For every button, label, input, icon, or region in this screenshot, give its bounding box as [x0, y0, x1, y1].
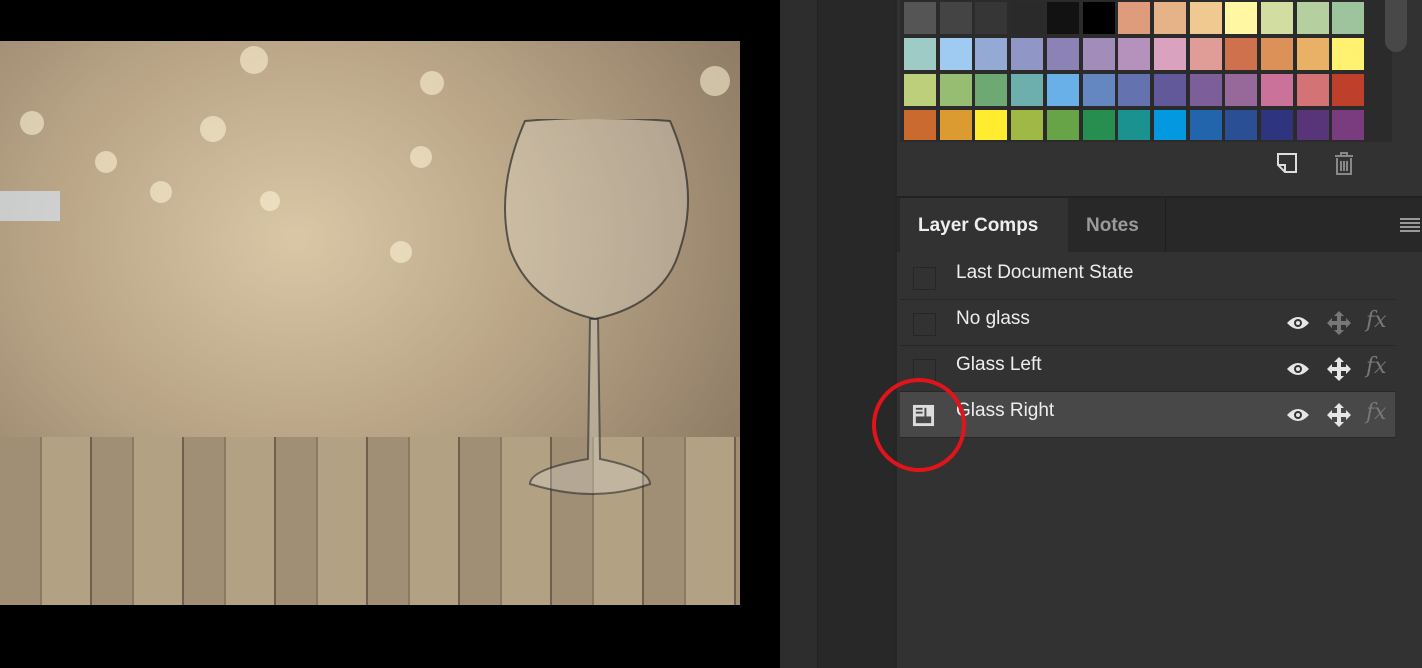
color-swatch[interactable]: [975, 74, 1008, 106]
color-swatch[interactable]: [939, 38, 972, 70]
color-swatch[interactable]: [904, 38, 936, 70]
color-swatch[interactable]: [1296, 38, 1329, 70]
color-swatch[interactable]: [1082, 2, 1115, 34]
position-move-icon[interactable]: [1326, 402, 1352, 434]
color-swatch[interactable]: [1046, 38, 1079, 70]
visibility-eye-icon[interactable]: [1286, 361, 1310, 383]
color-swatch[interactable]: [1046, 74, 1079, 106]
new-swatch-icon[interactable]: [1276, 152, 1298, 174]
color-swatch[interactable]: [939, 74, 972, 106]
layer-comp-name: Last Document State: [956, 262, 1134, 283]
appearance-fx-icon[interactable]: fx: [1366, 354, 1387, 379]
layer-comps-list: Last Document State No glass fx Glass Left f…: [900, 254, 1395, 438]
color-swatch[interactable]: [1153, 38, 1186, 70]
layer-comp-row[interactable]: No glass fx: [900, 300, 1395, 346]
color-swatch[interactable]: [1261, 74, 1293, 106]
color-swatch[interactable]: [1332, 38, 1365, 70]
layer-comp-name: Glass Right: [956, 400, 1055, 421]
color-swatch[interactable]: [1225, 38, 1258, 70]
color-swatch[interactable]: [975, 38, 1008, 70]
color-swatch[interactable]: [1332, 2, 1365, 34]
color-swatch[interactable]: [1118, 110, 1151, 140]
color-swatch[interactable]: [1046, 2, 1079, 34]
document-canvas: [0, 0, 780, 668]
apply-comp-checkbox[interactable]: [913, 267, 936, 290]
right-panel: Layer Comps Notes Last Document State No …: [893, 0, 1422, 668]
color-swatch[interactable]: [1082, 110, 1115, 140]
color-swatch[interactable]: [975, 2, 1008, 34]
apply-comp-checkbox[interactable]: [913, 313, 936, 336]
appearance-fx-icon[interactable]: fx: [1366, 400, 1387, 425]
swatches-scrollbar[interactable]: [1385, 0, 1407, 52]
color-swatch[interactable]: [904, 110, 936, 140]
collapsed-panel-dock: [817, 0, 893, 668]
layer-comp-row[interactable]: Glass Right fx: [900, 392, 1395, 438]
document-image: [0, 41, 740, 605]
color-swatch[interactable]: [1011, 74, 1044, 106]
color-swatch[interactable]: [1261, 2, 1293, 34]
color-swatch[interactable]: [1189, 110, 1222, 140]
layer-comp-name: Glass Left: [956, 354, 1042, 375]
color-swatch[interactable]: [1153, 74, 1186, 106]
position-move-icon[interactable]: [1326, 310, 1352, 342]
color-swatch[interactable]: [1046, 110, 1079, 140]
color-swatch[interactable]: [1189, 74, 1222, 106]
color-swatch[interactable]: [1225, 2, 1258, 34]
color-swatch[interactable]: [1189, 2, 1222, 34]
color-swatch[interactable]: [1011, 110, 1044, 140]
color-swatch[interactable]: [1118, 2, 1151, 34]
color-swatch[interactable]: [1296, 2, 1329, 34]
color-swatch[interactable]: [1261, 38, 1293, 70]
color-swatch[interactable]: [1082, 74, 1115, 106]
color-swatch[interactable]: [1011, 2, 1044, 34]
color-swatch[interactable]: [939, 2, 972, 34]
visibility-eye-icon[interactable]: [1286, 407, 1310, 429]
tool-strip: [780, 0, 817, 668]
position-move-icon[interactable]: [1326, 356, 1352, 388]
wine-glass: [504, 119, 689, 495]
layer-comp-row[interactable]: Glass Left fx: [900, 346, 1395, 392]
color-swatch[interactable]: [1118, 74, 1151, 106]
layer-comp-row[interactable]: Last Document State: [900, 254, 1395, 300]
color-swatch[interactable]: [904, 74, 936, 106]
color-swatch[interactable]: [1153, 2, 1186, 34]
color-swatch[interactable]: [1296, 110, 1329, 140]
trash-icon[interactable]: [1333, 152, 1355, 176]
color-swatch[interactable]: [939, 110, 972, 140]
color-swatch[interactable]: [904, 2, 936, 34]
tab-notes[interactable]: Notes: [1068, 198, 1166, 252]
color-swatch[interactable]: [1296, 74, 1329, 106]
color-swatch[interactable]: [1261, 110, 1293, 140]
color-swatch[interactable]: [1225, 74, 1258, 106]
layer-comp-name: No glass: [956, 308, 1030, 329]
panel-tabs: Layer Comps Notes: [897, 196, 1422, 252]
color-swatch[interactable]: [1332, 110, 1365, 140]
color-swatch[interactable]: [1082, 38, 1115, 70]
color-swatch[interactable]: [1189, 38, 1222, 70]
highlight-circle: [872, 378, 966, 472]
appearance-fx-icon[interactable]: fx: [1366, 308, 1387, 333]
color-swatch[interactable]: [1332, 74, 1365, 106]
panel-menu-icon[interactable]: [1400, 218, 1420, 234]
color-swatch[interactable]: [975, 110, 1008, 140]
color-swatch[interactable]: [1118, 38, 1151, 70]
color-swatch[interactable]: [1011, 38, 1044, 70]
swatches-grid: [900, 0, 1392, 142]
tab-layer-comps[interactable]: Layer Comps: [900, 198, 1068, 252]
color-swatch[interactable]: [1225, 110, 1258, 140]
color-swatch[interactable]: [1153, 110, 1186, 140]
visibility-eye-icon[interactable]: [1286, 315, 1310, 337]
